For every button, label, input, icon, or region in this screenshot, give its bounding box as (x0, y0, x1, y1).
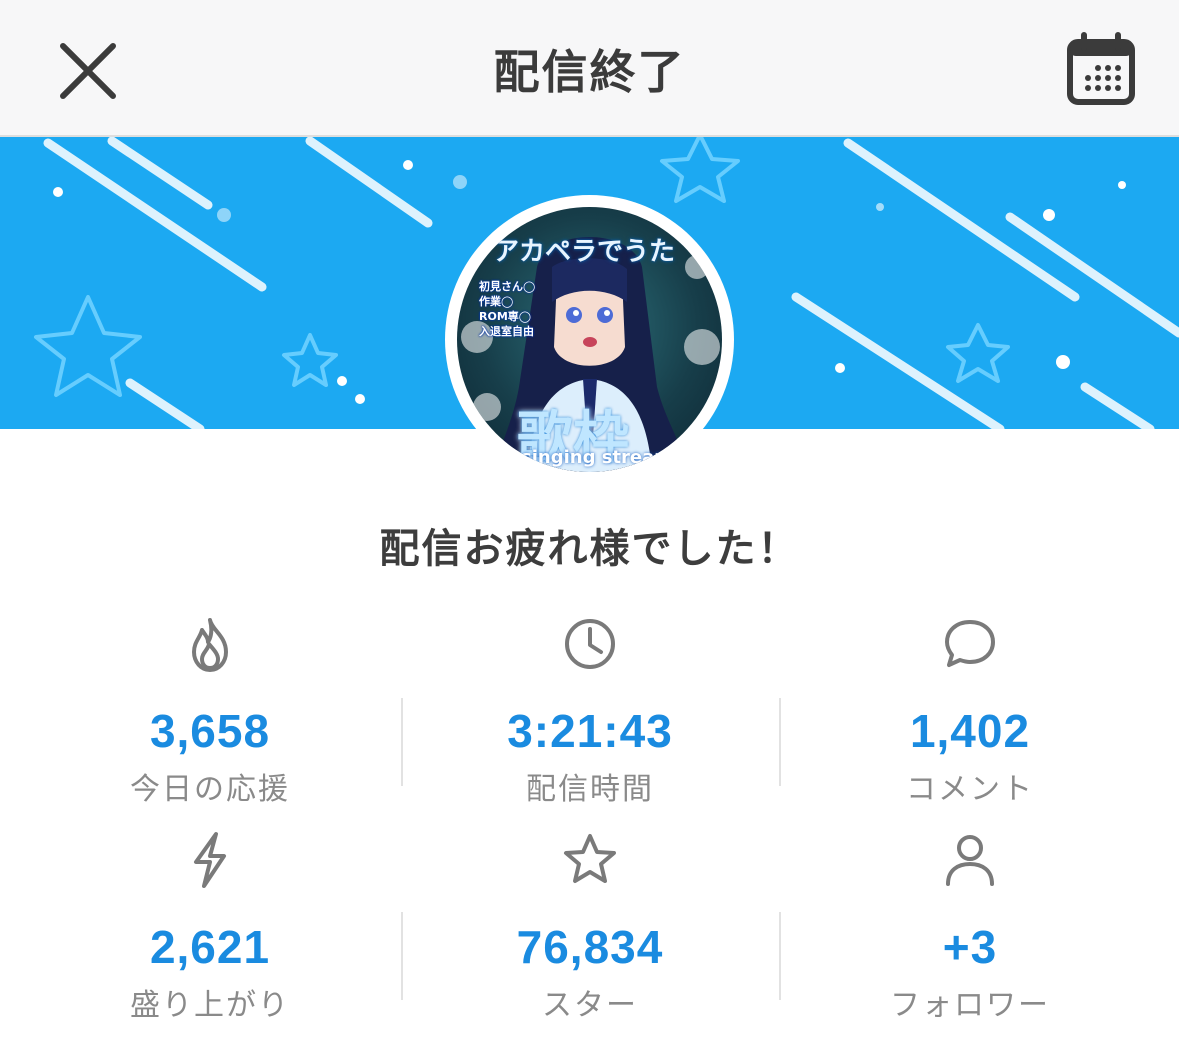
flame-icon (192, 618, 228, 672)
divider (401, 912, 403, 1000)
thumbnail-notes: 初見さん◯ 作業◯ ROM専◯ 入退室自由 (479, 280, 536, 338)
divider (779, 698, 781, 786)
page-title: 配信終了 (493, 45, 686, 99)
clock-icon (565, 619, 615, 669)
stat-label: 今日の応援 (130, 772, 290, 807)
stat-label: 盛り上がり (130, 988, 290, 1023)
completion-message: 配信お疲れ様でした！ (379, 526, 800, 572)
stat-value: 1,402 (909, 705, 1031, 757)
thumbnail-subtitle: singing stream (521, 447, 674, 468)
top-bar: 配信終了 (0, 0, 1179, 137)
stat-label: 配信時間 (526, 772, 654, 807)
lightning-icon (194, 832, 226, 888)
stat-value: 2,621 (149, 921, 271, 973)
thumbnail-caption: アカペラでうた (493, 237, 676, 267)
stat-label: スター (542, 988, 638, 1023)
divider (779, 912, 781, 1000)
stat-value: 76,834 (516, 921, 664, 973)
calendar-button[interactable] (1066, 32, 1136, 106)
stream-thumbnail: アカペラでうた 初見さん◯ 作業◯ ROM専◯ 入退室自由 歌枠 singing… (445, 195, 734, 484)
divider (401, 698, 403, 786)
stat-label: コメント (906, 772, 1034, 807)
stat-value: 3,658 (149, 705, 271, 757)
thumbnail-image: アカペラでうた 初見さん◯ 作業◯ ROM専◯ 入退室自由 歌枠 singing… (457, 207, 722, 472)
stat-value: +3 (942, 921, 998, 973)
star-icon (564, 834, 616, 883)
calendar-icon (1067, 32, 1135, 105)
person-icon (946, 835, 994, 886)
stat-value: 3:21:43 (507, 705, 673, 757)
comment-icon (945, 620, 995, 667)
stat-label: フォロワー (890, 988, 1050, 1023)
